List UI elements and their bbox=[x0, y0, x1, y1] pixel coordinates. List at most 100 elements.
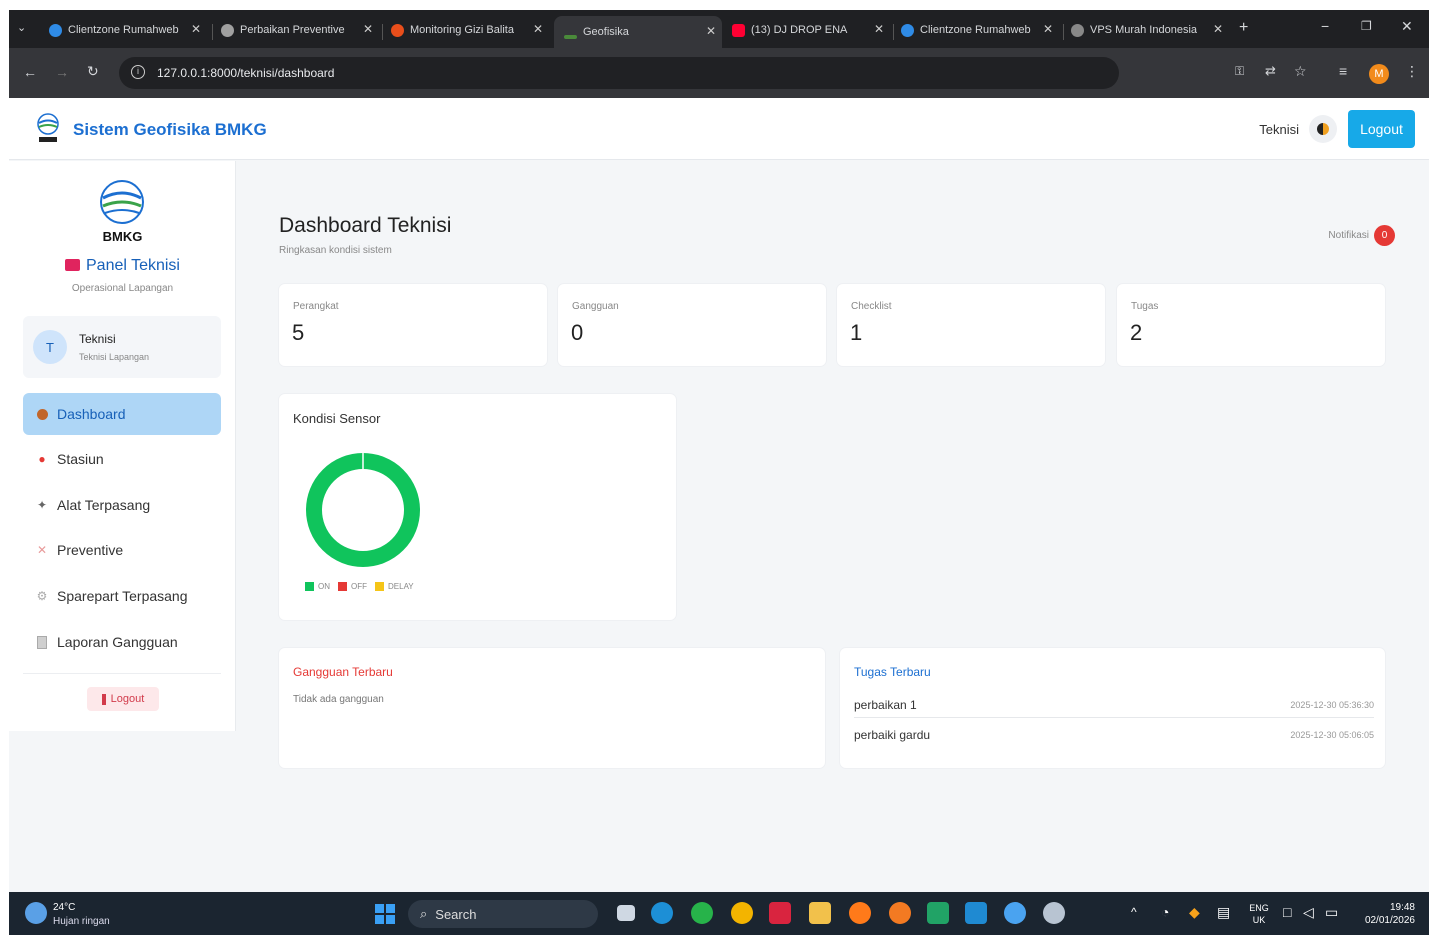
lang-bottom: UK bbox=[1252, 915, 1266, 925]
site-info-icon[interactable]: i bbox=[131, 65, 145, 79]
browser-tab[interactable]: Clientzone Rumahweb ✕ bbox=[49, 16, 207, 44]
notification-badge[interactable]: 0 bbox=[1374, 225, 1395, 246]
windows-start-icon[interactable] bbox=[375, 904, 395, 924]
taskview-icon[interactable] bbox=[617, 905, 635, 921]
browser-toolbar: ← → ↻ i 127.0.0.1:8000/teknisi/dashboard… bbox=[9, 48, 1429, 98]
sidebar-item-laporan-gangguan[interactable]: Laporan Gangguan bbox=[23, 621, 221, 663]
password-key-icon[interactable]: ⚿ bbox=[1235, 64, 1244, 79]
browser-tab[interactable]: Monitoring Gizi Balita ✕ bbox=[391, 16, 549, 44]
close-icon[interactable]: ✕ bbox=[363, 22, 373, 36]
browser-tab[interactable]: VPS Murah Indonesia ✕ bbox=[1071, 16, 1229, 44]
logout-icon bbox=[101, 693, 106, 705]
volume-icon[interactable]: ◁ bbox=[1303, 904, 1314, 921]
youtube-icon bbox=[732, 23, 745, 37]
tab-title: Monitoring Gizi Balita bbox=[410, 24, 514, 36]
stat-label: Checklist bbox=[851, 301, 892, 312]
edge-icon[interactable] bbox=[651, 902, 673, 924]
profile-avatar[interactable]: M bbox=[1369, 64, 1389, 84]
close-icon[interactable]: ✕ bbox=[1043, 22, 1053, 36]
legend-item-delay[interactable]: DELAY bbox=[375, 582, 414, 591]
user-role: Teknisi Lapangan bbox=[79, 352, 150, 362]
sidebar-item-dashboard[interactable]: Dashboard bbox=[23, 393, 221, 435]
network-icon[interactable]: ◔ bbox=[1161, 904, 1169, 920]
app-root: Sistem Geofisika BMKG Teknisi Logout BMK… bbox=[9, 98, 1429, 892]
minimize-icon[interactable]: − bbox=[1321, 18, 1329, 34]
list-item[interactable]: perbaiki gardu 2025-12-30 05:06:05 bbox=[854, 720, 1374, 750]
legend-swatch bbox=[305, 582, 314, 591]
tab-search-icon[interactable]: ⌄ bbox=[17, 21, 26, 34]
sidebar-item-sparepart-terpasang[interactable]: ⚙ Sparepart Terpasang bbox=[23, 575, 221, 617]
stat-card-perangkat: Perangkat 5 bbox=[279, 284, 547, 366]
sidebar-logout-button[interactable]: Logout bbox=[87, 687, 159, 711]
donut-slice-on[interactable] bbox=[306, 453, 420, 567]
maximize-icon[interactable]: ❐ bbox=[1361, 19, 1372, 33]
clock[interactable]: 19:48 02/01/2026 bbox=[1349, 901, 1415, 927]
list-item[interactable]: perbaikan 1 2025-12-30 05:36:30 bbox=[854, 688, 1374, 718]
app-m-icon[interactable] bbox=[769, 902, 791, 924]
task-name: perbaikan 1 bbox=[854, 698, 917, 712]
file-explorer-icon[interactable] bbox=[809, 902, 831, 924]
sidebar-item-alat-terpasang[interactable]: ✦ Alat Terpasang bbox=[23, 484, 221, 526]
globe-icon bbox=[1071, 23, 1084, 37]
browser-menu-icon[interactable]: ⋮ bbox=[1405, 63, 1419, 80]
user-role-label: Teknisi bbox=[1259, 122, 1299, 137]
sidebar-item-stasiun[interactable]: ● Stasiun bbox=[23, 438, 221, 480]
tab-title: VPS Murah Indonesia bbox=[1090, 24, 1198, 36]
sidebar-divider bbox=[23, 673, 221, 674]
weather-widget[interactable]: 24°C Hujan ringan bbox=[25, 898, 145, 930]
reading-list-icon[interactable]: ≡ bbox=[1339, 63, 1347, 79]
bmkg-logo-icon[interactable] bbox=[37, 113, 59, 145]
tray-chevron-icon[interactable]: ^ bbox=[1131, 905, 1137, 919]
app-blue-icon[interactable] bbox=[1004, 902, 1026, 924]
taskbar-search-box[interactable]: ⌕ Search bbox=[408, 900, 598, 928]
sidebar-item-label: Sparepart Terpasang bbox=[57, 588, 188, 604]
legend-label: ON bbox=[318, 582, 330, 591]
whatsapp-icon[interactable] bbox=[691, 902, 713, 924]
settings-gear-icon[interactable] bbox=[1043, 902, 1065, 924]
clock-date: 02/01/2026 bbox=[1364, 915, 1415, 926]
theme-toggle-icon[interactable] bbox=[1309, 115, 1337, 143]
user-card: T Teknisi Teknisi Lapangan bbox=[23, 316, 221, 378]
tray-app-icon[interactable]: ◆ bbox=[1189, 904, 1200, 921]
translate-icon[interactable]: ⇄ bbox=[1265, 63, 1276, 79]
close-icon[interactable]: ✕ bbox=[1213, 22, 1223, 36]
back-icon[interactable]: ← bbox=[23, 64, 37, 80]
bookmark-star-icon[interactable]: ☆ bbox=[1294, 63, 1307, 80]
address-bar[interactable]: i 127.0.0.1:8000/teknisi/dashboard bbox=[119, 57, 1119, 89]
chart-legend: ON OFF DELAY bbox=[305, 582, 422, 591]
close-icon[interactable]: ✕ bbox=[533, 22, 543, 36]
tab-title: Geofisika bbox=[583, 26, 629, 38]
close-icon[interactable]: ✕ bbox=[706, 24, 716, 38]
notification[interactable]: Notifikasi 0 bbox=[1328, 225, 1395, 246]
close-icon[interactable]: ✕ bbox=[191, 22, 201, 36]
chart-title: Kondisi Sensor bbox=[293, 411, 381, 426]
vscode-icon[interactable] bbox=[965, 902, 987, 924]
browser-tab-active[interactable]: Geofisika ✕ bbox=[554, 16, 722, 48]
sidebar-item-preventive[interactable]: ✕ Preventive bbox=[23, 529, 221, 571]
logout-button[interactable]: Logout bbox=[1348, 110, 1415, 148]
firefox-icon[interactable] bbox=[849, 902, 871, 924]
close-window-icon[interactable]: ✕ bbox=[1401, 18, 1413, 35]
language-indicator[interactable]: ENG UK bbox=[1247, 902, 1271, 926]
weather-temp: 24°C bbox=[53, 902, 76, 913]
browser-tab[interactable]: Perbaikan Preventive ✕ bbox=[221, 16, 379, 44]
browser-tab[interactable]: Clientzone Rumahweb ✕ bbox=[901, 16, 1059, 44]
chrome-alt-icon[interactable] bbox=[889, 902, 911, 924]
chrome-icon[interactable] bbox=[731, 902, 753, 924]
sidebar-logout-label: Logout bbox=[110, 693, 145, 705]
close-icon[interactable]: ✕ bbox=[874, 22, 884, 36]
forward-icon[interactable]: → bbox=[55, 64, 69, 80]
keyboard-icon[interactable]: ▤ bbox=[1217, 904, 1230, 921]
reload-icon[interactable]: ↻ bbox=[87, 63, 99, 80]
briefcase-icon bbox=[65, 259, 80, 271]
brand-title[interactable]: Sistem Geofisika BMKG bbox=[73, 120, 267, 140]
legend-item-off[interactable]: OFF bbox=[338, 582, 367, 591]
legend-item-on[interactable]: ON bbox=[305, 582, 330, 591]
browser-tab[interactable]: (13) DJ DROP ENA ✕ bbox=[732, 16, 890, 44]
display-icon[interactable]: □ bbox=[1283, 904, 1291, 920]
tab-favicon-icon bbox=[901, 23, 914, 37]
gangguan-empty-text: Tidak ada gangguan bbox=[293, 694, 384, 705]
battery-icon[interactable]: ▭ bbox=[1325, 904, 1338, 921]
new-tab-icon[interactable]: + bbox=[1239, 19, 1248, 37]
excel-icon[interactable] bbox=[927, 902, 949, 924]
